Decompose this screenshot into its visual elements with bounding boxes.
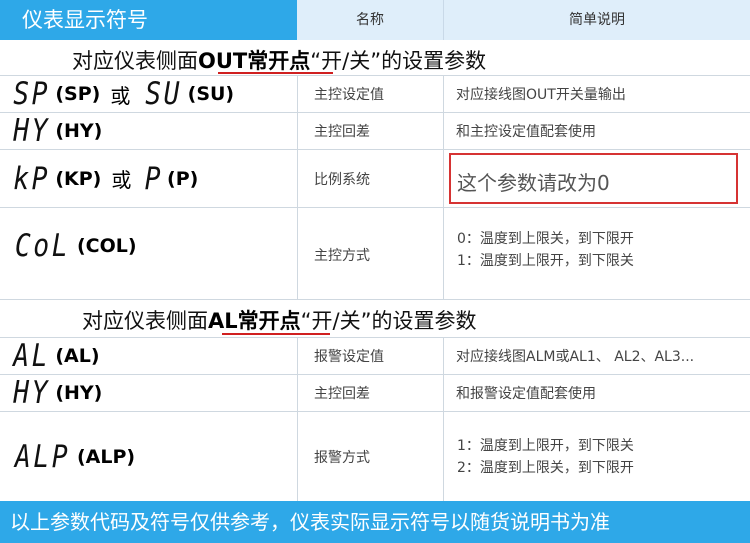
section-prefix: 对应仪表侧面 — [72, 49, 198, 73]
code-cell: SP (SP) 或 SU (SU) — [10, 76, 234, 112]
section-highlight: OUT常开点 — [198, 49, 311, 73]
table-row: ALP (ALP) 报警方式 1：温度到上限开，到下限关 2：温度到上限关，到下… — [0, 412, 750, 501]
segment-display-symbol: SU — [145, 76, 183, 112]
param-desc: 对应接线图ALM或AL1、 AL2、AL3... — [456, 349, 695, 365]
code-text: (SP) — [55, 83, 101, 105]
header-desc-column: 简单说明 — [443, 0, 750, 40]
section-out-heading: 对应仪表侧面OUT常开点“开/关”的设置参数 — [0, 40, 750, 76]
code-text: (COL) — [77, 235, 137, 258]
section-al-heading: 对应仪表侧面AL常开点“开/关”的设置参数 — [0, 300, 750, 338]
code-text: (SU) — [187, 83, 235, 105]
param-name: 主控回差 — [314, 124, 370, 140]
code-text: (AL) — [55, 345, 100, 367]
segment-display-symbol: kP — [13, 160, 51, 197]
param-name: 报警设定值 — [314, 349, 384, 365]
table-row: HY (HY) 主控回差 和主控设定值配套使用 — [0, 113, 750, 150]
table-row: SP (SP) 或 SU (SU) 主控设定值 对应接线图OUT开关量输出 — [0, 76, 750, 113]
code-text: (KP) — [55, 167, 102, 190]
table-row: CoL (COL) 主控方式 0：温度到上限关，到下限开 1：温度到上限开，到下… — [0, 208, 750, 300]
header-symbol-column: 仪表显示符号 — [0, 0, 297, 40]
param-desc: 和主控设定值配套使用 — [456, 124, 596, 140]
code-cell: ALP (ALP) — [10, 439, 135, 475]
table-header: 仪表显示符号 名称 简单说明 — [0, 0, 750, 40]
or-word: 或 — [110, 83, 131, 108]
section-prefix: 对应仪表侧面 — [82, 309, 208, 333]
param-desc: 1：温度到上限开，到下限关 2：温度到上限关，到下限开 — [457, 435, 634, 479]
section-suffix: “开/关”的设置参数 — [310, 49, 487, 73]
code-cell: kP (KP) 或 P (P) — [10, 161, 198, 197]
red-underline — [222, 333, 330, 335]
param-desc: 和报警设定值配套使用 — [456, 386, 596, 402]
desc-line: 1：温度到上限开，到下限关 — [457, 437, 634, 454]
desc-line: 0：温度到上限关，到下限开 — [457, 230, 634, 247]
param-name: 主控设定值 — [314, 87, 384, 103]
code-text: (ALP) — [77, 445, 136, 468]
segment-display-symbol: HY — [13, 375, 51, 411]
param-name: 主控方式 — [314, 248, 370, 265]
table-row: HY (HY) 主控回差 和报警设定值配套使用 — [0, 375, 750, 412]
footer-note: 以上参数代码及符号仅供参考，仪表实际显示符号以随货说明书为准 — [0, 501, 750, 543]
segment-display-symbol: AL — [13, 338, 51, 374]
segment-display-symbol: P — [144, 160, 164, 197]
code-text: (P) — [167, 167, 199, 190]
desc-line: 1：温度到上限开，到下限关 — [457, 252, 634, 269]
highlight-box: 这个参数请改为0 — [449, 153, 738, 204]
segment-display-symbol: SP — [13, 76, 51, 112]
param-desc: 对应接线图OUT开关量输出 — [456, 87, 626, 103]
param-desc: 0：温度到上限关，到下限开 1：温度到上限开，到下限关 — [457, 228, 634, 272]
segment-display-symbol: ALP — [14, 438, 71, 475]
code-text: (HY) — [55, 120, 103, 142]
param-desc: 这个参数请改为0 — [457, 171, 610, 195]
header-name-column: 名称 — [297, 0, 443, 40]
segment-display-symbol: CoL — [14, 228, 71, 265]
param-name: 报警方式 — [314, 449, 370, 466]
or-word: 或 — [111, 168, 132, 192]
param-name: 比例系统 — [314, 171, 370, 188]
desc-line: 2：温度到上限关，到下限开 — [457, 459, 634, 476]
code-cell: CoL (COL) — [10, 228, 137, 264]
segment-display-symbol: HY — [13, 113, 51, 149]
code-cell: AL (AL) — [10, 338, 100, 374]
code-cell: HY (HY) — [10, 113, 102, 149]
section-suffix: “开/关”的设置参数 — [300, 309, 477, 333]
param-name: 主控回差 — [314, 386, 370, 402]
table-row: AL (AL) 报警设定值 对应接线图ALM或AL1、 AL2、AL3... — [0, 338, 750, 375]
code-text: (HY) — [55, 382, 103, 404]
code-cell: HY (HY) — [10, 375, 102, 411]
red-underline — [218, 72, 333, 74]
section-highlight: AL常开点 — [208, 309, 301, 333]
